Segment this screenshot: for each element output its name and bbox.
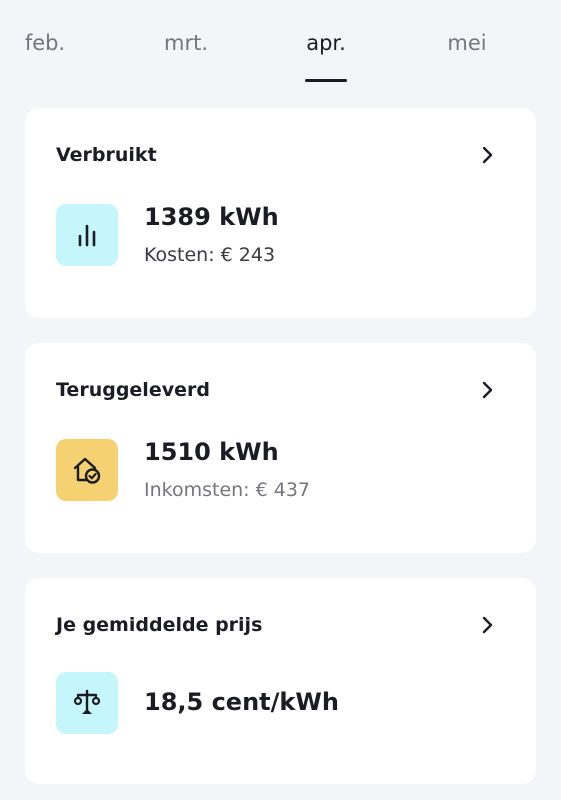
average-price-card[interactable]: Je gemiddelde prijs 18,5 cent/kWh <box>25 578 536 784</box>
chevron-right-icon <box>482 616 493 634</box>
tab-apr[interactable]: apr. <box>306 31 346 55</box>
consumption-card[interactable]: Verbruikt 1389 kWh Kosten: € 243 <box>25 108 536 318</box>
active-tab-indicator <box>305 79 347 82</box>
consumption-value: 1389 kWh <box>144 203 279 231</box>
chevron-right-icon <box>482 381 493 399</box>
house-check-icon <box>73 457 101 484</box>
chevron-right-icon <box>482 146 493 164</box>
income-text: Inkomsten: € 437 <box>144 479 311 501</box>
icon-box <box>56 439 118 501</box>
tab-mrt[interactable]: mrt. <box>164 31 208 55</box>
returned-value: 1510 kWh <box>144 438 279 466</box>
cost-text: Kosten: € 243 <box>144 244 276 266</box>
card-title: Je gemiddelde prijs <box>56 614 263 636</box>
scale-icon <box>73 689 101 714</box>
returned-card[interactable]: Teruggeleverd 1510 kWh Inkomsten: € 437 <box>25 343 536 553</box>
month-tabs: feb. mrt. apr. mei <box>0 0 561 90</box>
icon-box <box>56 672 118 734</box>
icon-box <box>56 204 118 266</box>
tab-feb[interactable]: feb. <box>25 31 65 55</box>
card-title: Verbruikt <box>56 144 157 166</box>
card-title: Teruggeleverd <box>56 379 210 401</box>
bar-chart-icon <box>78 224 96 247</box>
average-price-value: 18,5 cent/kWh <box>144 688 339 716</box>
tab-mei[interactable]: mei <box>447 31 486 55</box>
